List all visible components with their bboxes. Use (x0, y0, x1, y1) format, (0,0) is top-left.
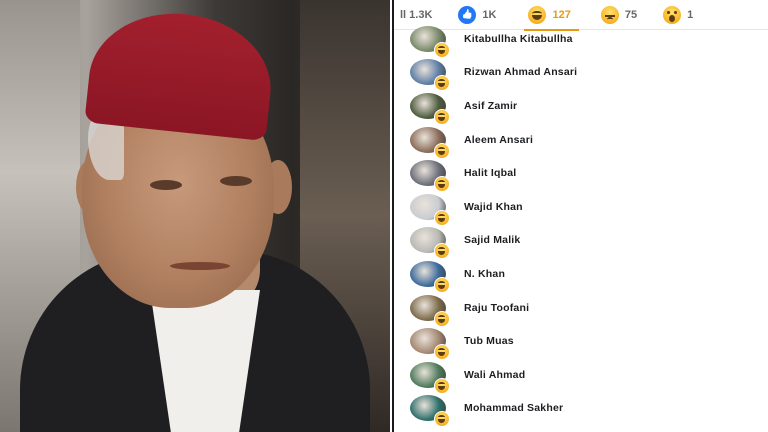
tab-like-count: 1K (482, 8, 497, 21)
person-name[interactable]: Wajid Khan (464, 201, 523, 213)
person-name[interactable]: Sajid Malik (464, 234, 520, 246)
photo-mouth (170, 262, 230, 270)
avatar[interactable] (410, 160, 450, 193)
avatar[interactable] (410, 126, 450, 159)
list-item[interactable]: Kitabullha Kitabullha (394, 22, 768, 58)
reactions-panel: ll 1.3K 1K 127 75 1 Kitabullha Kitabullh… (392, 0, 768, 432)
portrait-photo (0, 0, 390, 432)
list-item[interactable]: Tub Muas (394, 324, 768, 361)
avatar[interactable] (410, 328, 450, 361)
person-name[interactable]: N. Khan (464, 268, 505, 280)
reaction-list: Kitabullha Kitabullha Rizwan Ahmad Ansari… (394, 25, 768, 428)
list-item[interactable]: Wajid Khan (394, 190, 768, 226)
avatar[interactable] (410, 361, 450, 394)
avatar[interactable] (410, 25, 450, 58)
person-name[interactable]: Mohammad Sakher (464, 402, 563, 414)
sad-icon (600, 5, 619, 24)
avatar[interactable] (410, 260, 450, 293)
person-name[interactable]: Tub Muas (464, 335, 514, 347)
list-item[interactable]: Halit Iqbal (394, 156, 768, 193)
person-name[interactable]: Aleem Ansari (464, 134, 533, 146)
photo-eye-left (150, 180, 182, 190)
avatar[interactable] (410, 395, 450, 428)
avatar[interactable] (410, 294, 450, 327)
haha-badge-icon (434, 411, 450, 428)
list-item[interactable]: Asif Zamir (394, 89, 768, 125)
person-name[interactable]: Wali Ahmad (464, 369, 525, 381)
tab-all-count: ll 1.3K (400, 8, 433, 21)
photo-eye-right (220, 176, 252, 186)
person-name[interactable]: Raju Toofani (464, 302, 529, 314)
avatar[interactable] (410, 92, 450, 125)
person-name[interactable]: Asif Zamir (464, 100, 517, 112)
haha-icon (528, 5, 547, 24)
list-item[interactable]: N. Khan (394, 257, 768, 293)
person-name[interactable]: Rizwan Ahmad Ansari (464, 66, 577, 78)
person-name[interactable]: Kitabullha Kitabullha (464, 33, 573, 45)
list-item[interactable]: Mohammad Sakher (394, 392, 768, 428)
list-item[interactable]: Wali Ahmad (394, 358, 768, 394)
list-item[interactable]: Rizwan Ahmad Ansari (394, 56, 768, 92)
tab-sad-count: 75 (624, 8, 638, 21)
avatar[interactable] (410, 193, 450, 226)
tab-wow-count: 1 (687, 8, 694, 21)
list-item[interactable]: Raju Toofani (394, 291, 768, 327)
tab-haha-count: 127 (552, 8, 571, 21)
like-icon (458, 5, 477, 24)
red-cap (84, 4, 278, 142)
list-item[interactable]: Sajid Malik (394, 224, 768, 260)
person-name[interactable]: Halit Iqbal (464, 167, 516, 179)
avatar[interactable] (410, 59, 450, 92)
avatar[interactable] (410, 227, 450, 260)
wow-icon (663, 5, 682, 24)
list-item[interactable]: Aleem Ansari (394, 123, 768, 159)
